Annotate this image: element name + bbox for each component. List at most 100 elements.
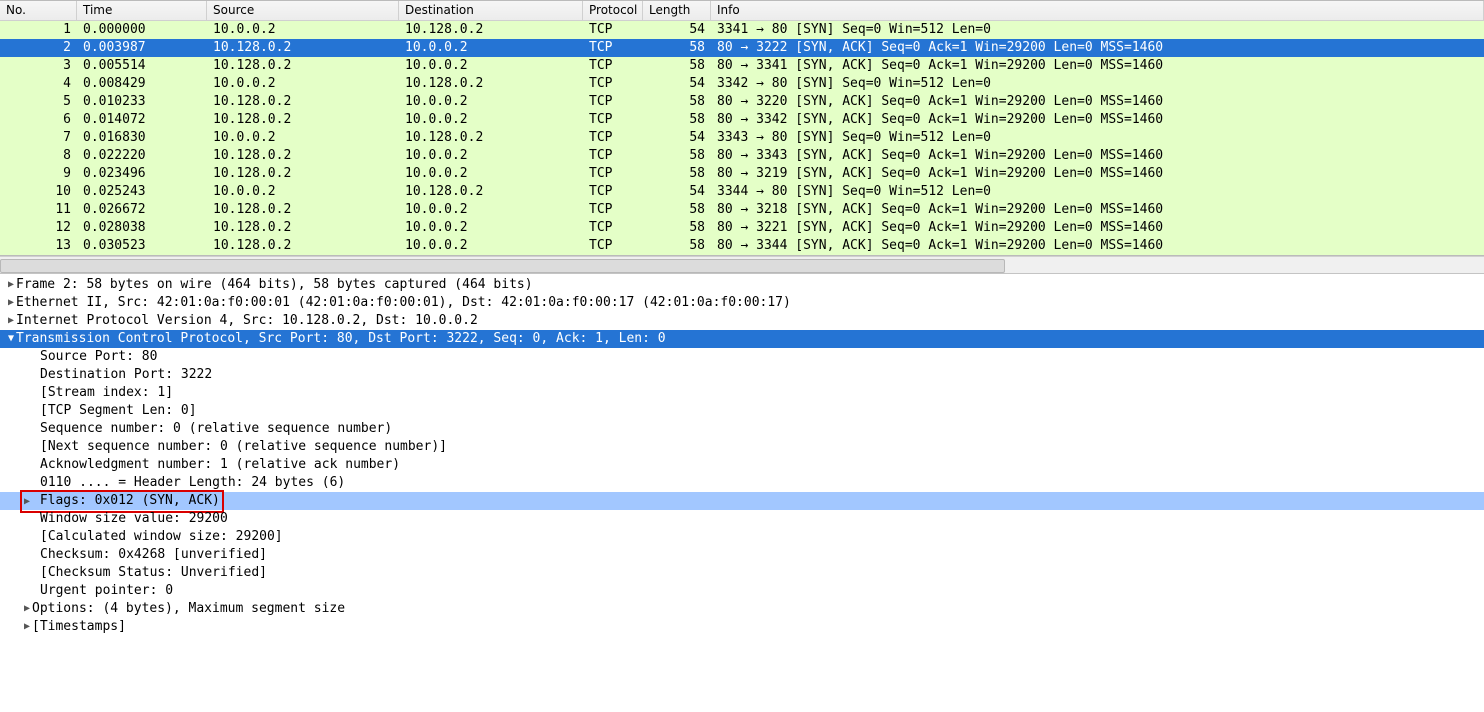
packet-row[interactable]: 70.01683010.0.0.210.128.0.2TCP543343 → 8…: [0, 129, 1484, 147]
packet-row[interactable]: 110.02667210.128.0.210.0.0.2TCP5880 → 32…: [0, 201, 1484, 219]
cell-src: 10.128.0.2: [207, 39, 399, 57]
tree-item-window-size[interactable]: Window size value: 29200: [0, 510, 1484, 528]
column-header-time[interactable]: Time: [77, 1, 207, 20]
tree-item-ip[interactable]: ▶ Internet Protocol Version 4, Src: 10.1…: [0, 312, 1484, 330]
packet-row[interactable]: 10.00000010.0.0.210.128.0.2TCP543341 → 8…: [0, 21, 1484, 39]
tree-item-destination-port[interactable]: Destination Port: 3222: [0, 366, 1484, 384]
packet-row[interactable]: 80.02222010.128.0.210.0.0.2TCP5880 → 334…: [0, 147, 1484, 165]
tree-item-checksum[interactable]: Checksum: 0x4268 [unverified]: [0, 546, 1484, 564]
cell-src: 10.0.0.2: [207, 21, 399, 39]
column-header-info[interactable]: Info: [711, 1, 1484, 20]
cell-time: 0.003987: [77, 39, 207, 57]
cell-time: 0.028038: [77, 219, 207, 237]
cell-prot: TCP: [583, 93, 643, 111]
column-header-no[interactable]: No.: [0, 1, 77, 20]
cell-len: 58: [643, 201, 711, 219]
packet-row[interactable]: 100.02524310.0.0.210.128.0.2TCP543344 → …: [0, 183, 1484, 201]
expand-icon[interactable]: ▶: [6, 294, 16, 312]
cell-len: 58: [643, 93, 711, 111]
tree-item-tcp[interactable]: ▼ Transmission Control Protocol, Src Por…: [0, 330, 1484, 348]
tree-item-checksum-status[interactable]: [Checksum Status: Unverified]: [0, 564, 1484, 582]
cell-no: 11: [0, 201, 77, 219]
cell-dst: 10.128.0.2: [399, 75, 583, 93]
tree-item-options[interactable]: ▶ Options: (4 bytes), Maximum segment si…: [0, 600, 1484, 618]
expand-icon[interactable]: ▶: [6, 312, 16, 330]
tree-item-flags[interactable]: ▶ Flags: 0x012 (SYN, ACK): [0, 492, 1484, 510]
packet-list-pane: No. Time Source Destination Protocol Len…: [0, 0, 1484, 256]
column-header-protocol[interactable]: Protocol: [583, 1, 643, 20]
cell-prot: TCP: [583, 57, 643, 75]
expand-icon[interactable]: ▶: [6, 276, 16, 294]
scrollbar-thumb[interactable]: [0, 259, 1005, 273]
cell-src: 10.128.0.2: [207, 111, 399, 129]
packet-row[interactable]: 40.00842910.0.0.210.128.0.2TCP543342 → 8…: [0, 75, 1484, 93]
packet-list-body[interactable]: 10.00000010.0.0.210.128.0.2TCP543341 → 8…: [0, 21, 1484, 255]
cell-time: 0.014072: [77, 111, 207, 129]
expand-icon[interactable]: ▶: [22, 600, 32, 618]
cell-no: 12: [0, 219, 77, 237]
cell-dst: 10.128.0.2: [399, 21, 583, 39]
cell-src: 10.0.0.2: [207, 75, 399, 93]
cell-no: 10: [0, 183, 77, 201]
tree-item-calculated-window[interactable]: [Calculated window size: 29200]: [0, 528, 1484, 546]
cell-src: 10.128.0.2: [207, 93, 399, 111]
tree-label: Ethernet II, Src: 42:01:0a:f0:00:01 (42:…: [16, 294, 791, 312]
cell-len: 58: [643, 39, 711, 57]
cell-len: 58: [643, 237, 711, 255]
cell-prot: TCP: [583, 219, 643, 237]
tree-label: [Calculated window size: 29200]: [40, 528, 283, 546]
cell-dst: 10.0.0.2: [399, 39, 583, 57]
tree-item-ethernet[interactable]: ▶ Ethernet II, Src: 42:01:0a:f0:00:01 (4…: [0, 294, 1484, 312]
cell-len: 58: [643, 147, 711, 165]
cell-prot: TCP: [583, 237, 643, 255]
packet-row[interactable]: 120.02803810.128.0.210.0.0.2TCP5880 → 32…: [0, 219, 1484, 237]
tree-item-sequence-number[interactable]: Sequence number: 0 (relative sequence nu…: [0, 420, 1484, 438]
tree-label: Internet Protocol Version 4, Src: 10.128…: [16, 312, 478, 330]
tree-item-tcp-segment-len[interactable]: [TCP Segment Len: 0]: [0, 402, 1484, 420]
cell-info: 80 → 3222 [SYN, ACK] Seq=0 Ack=1 Win=292…: [711, 39, 1484, 57]
tree-item-stream-index[interactable]: [Stream index: 1]: [0, 384, 1484, 402]
cell-info: 80 → 3342 [SYN, ACK] Seq=0 Ack=1 Win=292…: [711, 111, 1484, 129]
cell-src: 10.128.0.2: [207, 219, 399, 237]
column-header-destination[interactable]: Destination: [399, 1, 583, 20]
cell-time: 0.008429: [77, 75, 207, 93]
cell-prot: TCP: [583, 111, 643, 129]
tree-item-urgent-pointer[interactable]: Urgent pointer: 0: [0, 582, 1484, 600]
cell-time: 0.030523: [77, 237, 207, 255]
tree-item-next-sequence[interactable]: [Next sequence number: 0 (relative seque…: [0, 438, 1484, 456]
column-header-length[interactable]: Length: [643, 1, 711, 20]
tree-item-source-port[interactable]: Source Port: 80: [0, 348, 1484, 366]
tree-label: Acknowledgment number: 1 (relative ack n…: [40, 456, 400, 474]
cell-prot: TCP: [583, 147, 643, 165]
horizontal-scrollbar[interactable]: [0, 256, 1484, 274]
packet-row[interactable]: 20.00398710.128.0.210.0.0.2TCP5880 → 322…: [0, 39, 1484, 57]
expand-icon[interactable]: ▶: [22, 618, 32, 636]
cell-dst: 10.0.0.2: [399, 111, 583, 129]
tree-label: Window size value: 29200: [40, 510, 228, 528]
tree-label: Destination Port: 3222: [40, 366, 212, 384]
tree-label: Transmission Control Protocol, Src Port:…: [16, 330, 666, 348]
cell-dst: 10.0.0.2: [399, 219, 583, 237]
collapse-icon[interactable]: ▼: [6, 330, 16, 348]
cell-time: 0.000000: [77, 21, 207, 39]
packet-row[interactable]: 60.01407210.128.0.210.0.0.2TCP5880 → 334…: [0, 111, 1484, 129]
tree-item-frame[interactable]: ▶ Frame 2: 58 bytes on wire (464 bits), …: [0, 276, 1484, 294]
packet-details-pane[interactable]: ▶ Frame 2: 58 bytes on wire (464 bits), …: [0, 274, 1484, 636]
cell-info: 3343 → 80 [SYN] Seq=0 Win=512 Len=0: [711, 129, 1484, 147]
expand-icon[interactable]: ▶: [22, 493, 32, 511]
packet-row[interactable]: 30.00551410.128.0.210.0.0.2TCP5880 → 334…: [0, 57, 1484, 75]
cell-len: 58: [643, 165, 711, 183]
cell-info: 80 → 3221 [SYN, ACK] Seq=0 Ack=1 Win=292…: [711, 219, 1484, 237]
cell-info: 80 → 3218 [SYN, ACK] Seq=0 Ack=1 Win=292…: [711, 201, 1484, 219]
packet-row[interactable]: 50.01023310.128.0.210.0.0.2TCP5880 → 322…: [0, 93, 1484, 111]
packet-row[interactable]: 130.03052310.128.0.210.0.0.2TCP5880 → 33…: [0, 237, 1484, 255]
tree-label: Checksum: 0x4268 [unverified]: [40, 546, 267, 564]
packet-row[interactable]: 90.02349610.128.0.210.0.0.2TCP5880 → 321…: [0, 165, 1484, 183]
packet-list-header[interactable]: No. Time Source Destination Protocol Len…: [0, 1, 1484, 21]
cell-dst: 10.0.0.2: [399, 201, 583, 219]
tree-item-timestamps[interactable]: ▶ [Timestamps]: [0, 618, 1484, 636]
cell-info: 3341 → 80 [SYN] Seq=0 Win=512 Len=0: [711, 21, 1484, 39]
cell-time: 0.026672: [77, 201, 207, 219]
tree-item-ack-number[interactable]: Acknowledgment number: 1 (relative ack n…: [0, 456, 1484, 474]
column-header-source[interactable]: Source: [207, 1, 399, 20]
